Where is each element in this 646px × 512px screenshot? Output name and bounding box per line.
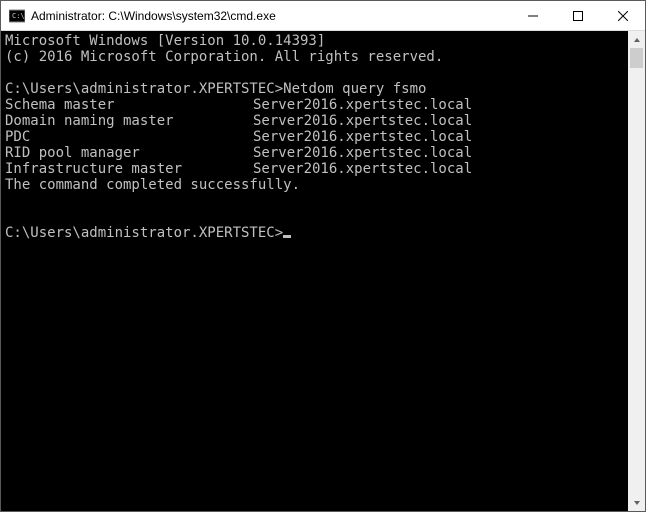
close-button[interactable] xyxy=(600,1,645,30)
prompt-path: C:\Users\administrator.XPERTSTEC> xyxy=(5,81,283,97)
banner-line: (c) 2016 Microsoft Corporation. All righ… xyxy=(5,49,624,65)
cmd-icon: C:\ xyxy=(9,8,25,24)
maximize-button[interactable] xyxy=(555,1,600,30)
prompt-command: Netdom query fsmo xyxy=(283,81,426,97)
blank-line xyxy=(5,193,624,209)
svg-text:C:\: C:\ xyxy=(12,12,25,20)
console-output[interactable]: Microsoft Windows [Version 10.0.14393](c… xyxy=(1,31,628,511)
fsmo-role-row: Domain naming masterServer2016.xpertstec… xyxy=(5,113,624,129)
prompt-line: C:\Users\administrator.XPERTSTEC>Netdom … xyxy=(5,81,624,97)
fsmo-role-value: Server2016.xpertstec.local xyxy=(253,129,472,145)
fsmo-role-name: RID pool manager xyxy=(5,145,253,161)
fsmo-role-value: Server2016.xpertstec.local xyxy=(253,145,472,161)
blank-line xyxy=(5,65,624,81)
scrollbar-track[interactable] xyxy=(628,48,645,494)
fsmo-role-row: Infrastructure masterServer2016.xpertste… xyxy=(5,161,624,177)
banner-line: Microsoft Windows [Version 10.0.14393] xyxy=(5,33,624,49)
minimize-button[interactable] xyxy=(510,1,555,30)
titlebar[interactable]: C:\ Administrator: C:\Windows\system32\c… xyxy=(1,1,645,31)
scroll-up-button[interactable] xyxy=(628,31,645,48)
fsmo-role-name: Schema master xyxy=(5,97,253,113)
fsmo-role-row: PDCServer2016.xpertstec.local xyxy=(5,129,624,145)
fsmo-role-value: Server2016.xpertstec.local xyxy=(253,161,472,177)
window-controls xyxy=(510,1,645,30)
fsmo-role-value: Server2016.xpertstec.local xyxy=(253,113,472,129)
fsmo-role-row: Schema masterServer2016.xpertstec.local xyxy=(5,97,624,113)
scroll-down-button[interactable] xyxy=(628,494,645,511)
vertical-scrollbar[interactable] xyxy=(628,31,645,511)
blank-line xyxy=(5,209,624,225)
prompt-path: C:\Users\administrator.XPERTSTEC> xyxy=(5,225,283,241)
fsmo-role-value: Server2016.xpertstec.local xyxy=(253,97,472,113)
fsmo-role-row: RID pool managerServer2016.xpertstec.loc… xyxy=(5,145,624,161)
fsmo-role-name: PDC xyxy=(5,129,253,145)
cmd-window: C:\ Administrator: C:\Windows\system32\c… xyxy=(0,0,646,512)
completion-line: The command completed successfully. xyxy=(5,177,624,193)
console-area: Microsoft Windows [Version 10.0.14393](c… xyxy=(1,31,645,511)
scrollbar-thumb[interactable] xyxy=(630,48,643,68)
window-title: Administrator: C:\Windows\system32\cmd.e… xyxy=(31,9,510,23)
prompt-line: C:\Users\administrator.XPERTSTEC> xyxy=(5,225,624,241)
cursor xyxy=(283,235,291,238)
fsmo-role-name: Infrastructure master xyxy=(5,161,253,177)
fsmo-role-name: Domain naming master xyxy=(5,113,253,129)
